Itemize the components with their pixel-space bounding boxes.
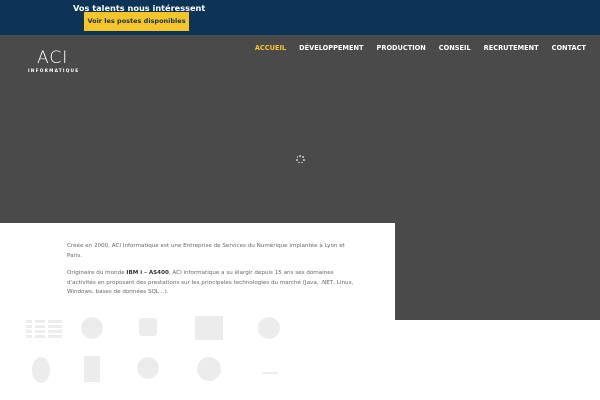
nav-item-recrutement[interactable]: RECRUTEMENT <box>484 44 539 52</box>
java-logo-icon <box>139 318 157 336</box>
nav-item-conseil[interactable]: CONSEIL <box>439 44 471 52</box>
dots-logo-icon <box>262 372 278 374</box>
recruitment-banner: Vos talents nous intéressent Voir les po… <box>0 0 600 35</box>
ibm-logo-icon <box>26 320 62 338</box>
nav-item-contact[interactable]: CONTACT <box>552 44 586 52</box>
ibm-as400-highlight: IBM i – AS400 <box>126 270 169 276</box>
c-logo-icon <box>197 357 221 381</box>
origin-paragraph: Originaire du monde IBM i – AS400, ACI i… <box>67 270 354 296</box>
nav-item-developpement[interactable]: DÉVELOPPEMENT <box>299 44 363 52</box>
circle-logo-icon <box>81 317 103 339</box>
intro-paragraph: Créée en 2000, ACI Informatique est une … <box>67 243 345 259</box>
nav-item-accueil[interactable]: ACCUEIL <box>255 44 286 52</box>
view-jobs-button[interactable]: Voir les postes disponibles <box>84 12 189 31</box>
linux-logo-icon <box>32 357 50 383</box>
logo-sub-text: INFORMATIQUE <box>28 69 80 74</box>
logo-main-text: ACI <box>37 48 69 68</box>
php-logo-icon <box>258 317 280 339</box>
nav-item-production[interactable]: PRODUCTION <box>377 44 426 52</box>
round-logo-icon <box>137 357 159 379</box>
dotnet-logo-icon <box>195 316 223 340</box>
main-nav: ACCUEIL DÉVELOPPEMENT PRODUCTION CONSEIL… <box>255 44 586 52</box>
loading-spinner-icon <box>296 155 305 163</box>
site-logo[interactable]: ACI INFORMATIQUE <box>28 48 94 78</box>
sql-logo-icon <box>84 356 100 382</box>
